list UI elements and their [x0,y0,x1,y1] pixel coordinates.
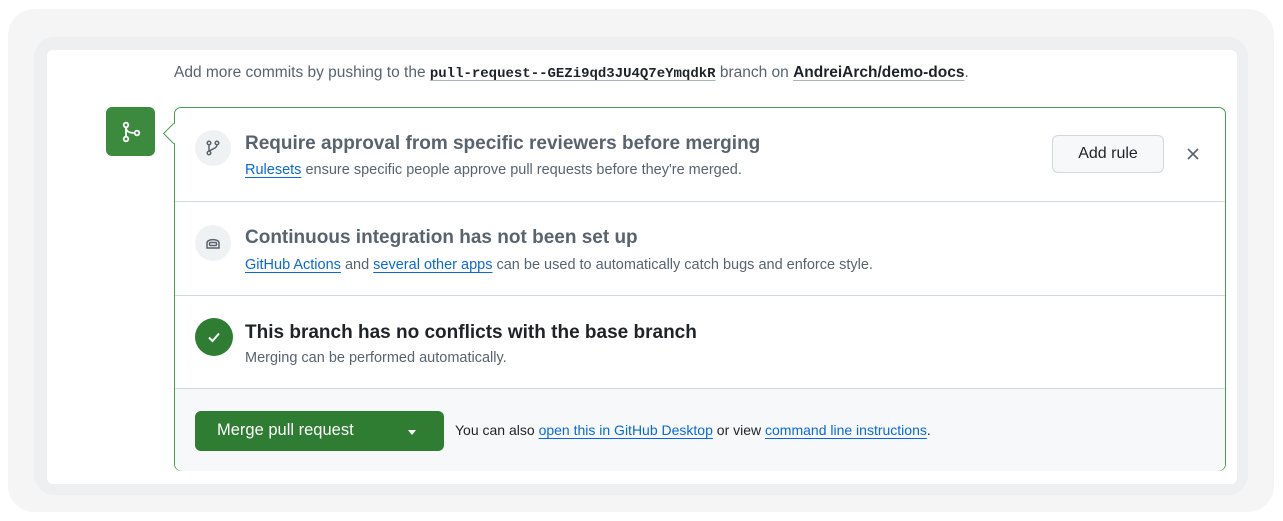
intro-suffix: . [964,64,969,81]
merge-status-badge [106,107,155,156]
note-prefix: You can also [455,422,539,438]
ci-description: GitHub Actions and several other apps ca… [245,257,873,273]
triangle-down-icon[interactable] [405,425,419,439]
branch-name[interactable]: pull-request--GEZi9qd3JU4Q7eYmqdkR [430,66,716,82]
rulesets-link[interactable]: Rulesets [245,162,301,178]
git-merge-icon [122,121,140,142]
push-instructions: Add more commits by pushing to the pull-… [174,64,969,82]
conflicts-section: This branch has no conflicts with the ba… [175,295,1225,389]
ruleset-section: Require approval from specific reviewers… [175,108,1225,201]
ci-text: can be used to automatically catch bugs … [492,257,873,273]
merge-button-label: Merge pull request [217,421,354,439]
merge-box: Require approval from specific reviewers… [162,107,1226,471]
github-actions-link[interactable]: GitHub Actions [245,257,341,273]
git-branch-icon [206,140,220,156]
merge-alternatives: You can also open this in GitHub Desktop… [455,422,931,438]
other-apps-link[interactable]: several other apps [373,257,492,273]
ruleset-title: Require approval from specific reviewers… [245,133,761,154]
close-icon [1187,148,1199,160]
check-icon [208,332,220,343]
github-desktop-link[interactable]: open this in GitHub Desktop [539,422,713,438]
intro-middle: branch on [715,64,794,81]
ci-robot-icon [206,238,220,249]
dismiss-button[interactable] [1181,142,1205,166]
success-circle [195,318,233,356]
add-rule-button[interactable]: Add rule [1052,135,1164,173]
ruleset-description: Rulesets ensure specific people approve … [245,162,742,178]
ci-title: Continuous integration has not been set … [245,227,638,248]
note-suffix: . [926,422,931,438]
note-middle: or view [712,422,766,438]
ci-and: and [340,257,374,273]
ruleset-text: ensure specific people approve pull requ… [301,162,742,178]
intro-prefix: Add more commits by pushing to the [174,64,430,81]
repo-link[interactable]: AndreiArch/demo-docs [793,64,964,81]
command-line-link[interactable]: command line instructions [765,422,927,438]
conflicts-description: Merging can be performed automatically. [245,350,507,366]
conflicts-title: This branch has no conflicts with the ba… [245,322,697,343]
branch-icon-circle [195,130,231,166]
ci-section: Continuous integration has not been set … [175,201,1225,295]
merge-pull-request-button[interactable]: Merge pull request [195,411,444,451]
ci-icon-circle [195,225,231,261]
merge-actions: Merge pull request You can also open thi… [175,388,1225,471]
